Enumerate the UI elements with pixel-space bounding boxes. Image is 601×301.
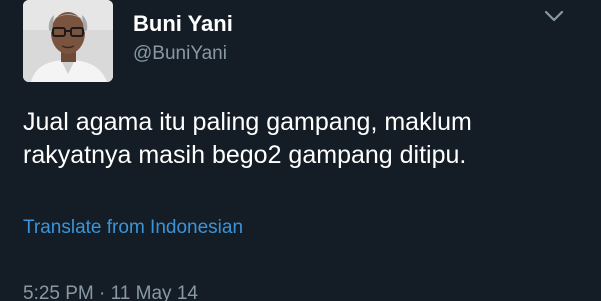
translate-link[interactable]: Translate from Indonesian <box>23 217 243 239</box>
user-handle[interactable]: @BuniYani <box>133 43 227 65</box>
tweet-text: Jual agama itu paling gampang, maklum ra… <box>23 106 583 172</box>
display-name[interactable]: Buni Yani <box>133 11 233 37</box>
avatar[interactable] <box>23 0 113 82</box>
tweet-timestamp[interactable]: 5:25 PM · 11 May 14 <box>23 283 198 301</box>
tweet-card: Buni Yani @BuniYani Jual agama itu palin… <box>0 0 601 301</box>
tweet-text-line: Jual agama itu paling gampang, maklum <box>23 108 472 136</box>
chevron-down-icon[interactable] <box>541 6 567 28</box>
tweet-text-line: rakyatnya masih bego2 gampang ditipu. <box>23 141 467 169</box>
avatar-photo <box>23 0 113 82</box>
